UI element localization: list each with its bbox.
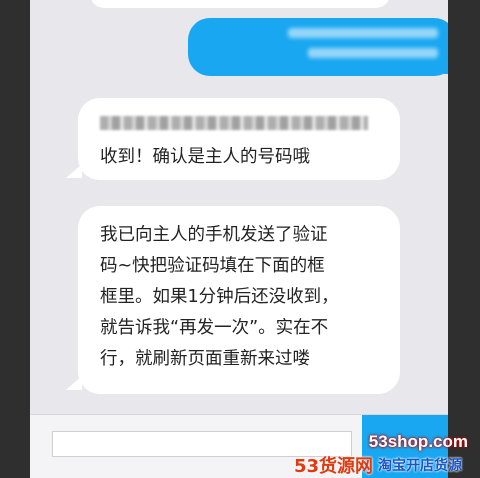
watermark-site: 53shop.com — [368, 432, 468, 451]
message-line: 行，就刷新页面重新来过喽 — [100, 349, 310, 369]
message-bubble-outgoing — [188, 18, 448, 76]
message-line: 就告诉我“再发一次”。实在不 — [100, 318, 329, 338]
message-text: 收到！确认是主人的号码哦 — [100, 147, 310, 167]
message-bubble-incoming: 我已向主人的手机发送了验证 码~快把验证码填在下面的框 框里。如果1分钟后还没收… — [78, 206, 400, 394]
bubble-tail-outgoing — [444, 60, 448, 74]
blurred-text — [288, 28, 438, 38]
blurred-text — [308, 48, 438, 58]
bubble-tail-incoming — [66, 376, 82, 390]
watermark-slogan: 淘宝开店货源 — [378, 458, 462, 474]
message-line: 框里。如果1分钟后还没收到， — [100, 287, 339, 307]
watermark-brand: 53货源网 — [294, 456, 374, 477]
chat-window: 收到！确认是主人的号码哦 我已向主人的手机发送了验证 码~快把验证码填在下面的框… — [30, 0, 448, 478]
bubble-tail-incoming — [66, 164, 82, 178]
message-line: 我已向主人的手机发送了验证 — [100, 225, 328, 245]
message-text: 我已向主人的手机发送了验证 码~快把验证码填在下面的框 框里。如果1分钟后还没收… — [100, 220, 339, 375]
blurred-phone-number — [100, 116, 368, 130]
message-line: 码~快把验证码填在下面的框 — [100, 256, 325, 276]
message-bubble-incoming: 收到！确认是主人的号码哦 — [78, 98, 400, 180]
message-bubble-incoming-previous — [90, 0, 390, 8]
